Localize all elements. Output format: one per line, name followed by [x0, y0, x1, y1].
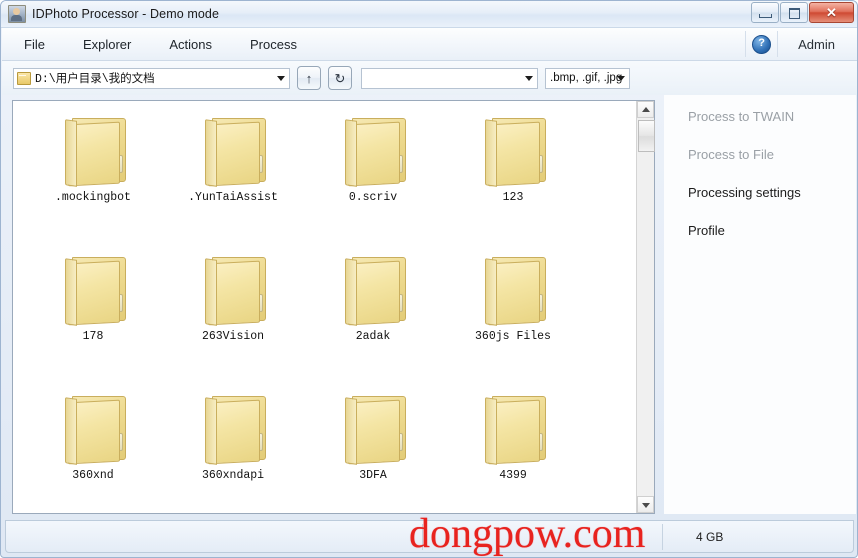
- file-item[interactable]: 2adak: [303, 248, 443, 387]
- title-bar: IDPhoto Processor - Demo mode ✕: [1, 1, 857, 28]
- file-item-label: .mockingbot: [55, 191, 131, 204]
- menu-divider-2: [777, 31, 779, 57]
- file-browser: .mockingbot .YunTaiAssist 0.scriv 123 178 263…: [12, 100, 655, 514]
- folder-icon: [480, 254, 546, 326]
- file-item[interactable]: 360js Files: [443, 248, 583, 387]
- path-combobox[interactable]: D:\用户目录\我的文档: [13, 67, 290, 89]
- minimize-icon: [759, 14, 772, 18]
- file-grid: .mockingbot .YunTaiAssist 0.scriv 123 178 263…: [13, 101, 636, 513]
- watermark-text: dongpow: [409, 511, 563, 557]
- actions-panel: Process to TWAIN Process to File Process…: [664, 95, 856, 514]
- id-photo-icon: [8, 5, 26, 23]
- action-processing-settings[interactable]: Processing settings: [664, 181, 856, 205]
- menu-item-explorer[interactable]: Explorer: [67, 32, 147, 57]
- status-right-text: 4 GB: [696, 529, 724, 544]
- refresh-button[interactable]: ↻: [328, 66, 352, 90]
- minimize-button[interactable]: [751, 2, 779, 23]
- path-value: D:\用户目录\我的文档: [35, 73, 155, 86]
- file-item[interactable]: 0.scriv: [303, 109, 443, 248]
- chevron-down-icon-3[interactable]: [617, 76, 625, 81]
- close-icon: ✕: [826, 5, 837, 20]
- folder-icon: [200, 115, 266, 187]
- chevron-down-icon-2[interactable]: [525, 76, 533, 81]
- file-item[interactable]: 360xnd: [23, 387, 163, 513]
- file-item-label: 360xndapi: [201, 469, 265, 482]
- action-process-to-file[interactable]: Process to File: [664, 143, 856, 167]
- watermark-separator: .: [562, 511, 574, 557]
- menu-bar: File Explorer Actions Process ? Admin: [2, 28, 857, 61]
- folder-icon: [60, 115, 126, 187]
- file-item[interactable]: 360xndapi: [163, 387, 303, 513]
- folder-icon: [200, 254, 266, 326]
- window-title: IDPhoto Processor - Demo mode: [32, 7, 220, 21]
- window-controls: ✕: [751, 2, 854, 23]
- secondary-combobox[interactable]: [361, 67, 538, 89]
- file-item[interactable]: 3DFA: [303, 387, 443, 513]
- file-type-filter[interactable]: .bmp, .gif, .jpg: [545, 67, 630, 89]
- watermark: dongpow.com: [409, 513, 645, 555]
- menu-bar-right: ? Admin: [739, 28, 857, 60]
- folder-icon: [60, 393, 126, 465]
- folder-icon: [340, 393, 406, 465]
- up-directory-button[interactable]: ↑: [297, 66, 321, 90]
- file-item[interactable]: 4399: [443, 387, 583, 513]
- file-item[interactable]: 263Vision: [163, 248, 303, 387]
- help-icon[interactable]: ?: [752, 34, 772, 54]
- file-type-filter-value: .bmp, .gif, .jpg: [550, 72, 623, 84]
- file-item-label: 3DFA: [359, 469, 387, 482]
- watermark-suffix: com: [573, 511, 646, 557]
- folder-icon: [60, 254, 126, 326]
- action-process-to-twain[interactable]: Process to TWAIN: [664, 105, 856, 129]
- triangle-down-icon: [642, 503, 650, 508]
- file-item[interactable]: 123: [443, 109, 583, 248]
- file-item-label: 0.scriv: [348, 191, 398, 204]
- file-item[interactable]: .YunTaiAssist: [163, 109, 303, 248]
- vertical-scrollbar[interactable]: [636, 101, 655, 513]
- file-list-area[interactable]: .mockingbot .YunTaiAssist 0.scriv 123 178 263…: [13, 101, 636, 513]
- application-window: IDPhoto Processor - Demo mode ✕ File Exp…: [0, 0, 858, 558]
- chevron-down-icon[interactable]: [277, 76, 285, 81]
- file-item-label: 178: [82, 330, 104, 343]
- folder-icon: [200, 393, 266, 465]
- arrow-up-icon: ↑: [305, 70, 313, 86]
- scrollbar-thumb[interactable]: [638, 120, 655, 152]
- maximize-button[interactable]: [780, 2, 808, 23]
- scroll-up-button[interactable]: [637, 101, 654, 118]
- menu-item-actions[interactable]: Actions: [153, 32, 228, 57]
- file-item[interactable]: 178: [23, 248, 163, 387]
- file-item-label: 360js Files: [475, 330, 551, 343]
- folder-icon: [340, 254, 406, 326]
- folder-icon: [480, 393, 546, 465]
- triangle-up-icon: [642, 107, 650, 112]
- file-item-label: 263Vision: [201, 330, 265, 343]
- file-item-label: .YunTaiAssist: [188, 191, 278, 204]
- user-label[interactable]: Admin: [784, 37, 857, 52]
- folder-icon: [17, 71, 31, 85]
- toolbar: D:\用户目录\我的文档 ↑ ↻ .bmp, .gif, .jpg: [2, 61, 857, 95]
- close-button[interactable]: ✕: [809, 2, 854, 23]
- menu-divider: [745, 31, 747, 57]
- folder-icon: [340, 115, 406, 187]
- file-item-label: 4399: [499, 469, 527, 482]
- file-item-label: 123: [502, 191, 524, 204]
- file-item-label: 360xnd: [72, 469, 114, 482]
- menu-item-file[interactable]: File: [8, 32, 61, 57]
- file-item-label: 2adak: [355, 330, 391, 343]
- refresh-icon: ↻: [334, 70, 346, 86]
- folder-icon: [480, 115, 546, 187]
- file-item[interactable]: .mockingbot: [23, 109, 163, 248]
- status-divider-2: [662, 524, 663, 550]
- menu-item-process[interactable]: Process: [234, 32, 313, 57]
- action-profile[interactable]: Profile: [664, 219, 856, 243]
- maximize-icon: [789, 8, 800, 19]
